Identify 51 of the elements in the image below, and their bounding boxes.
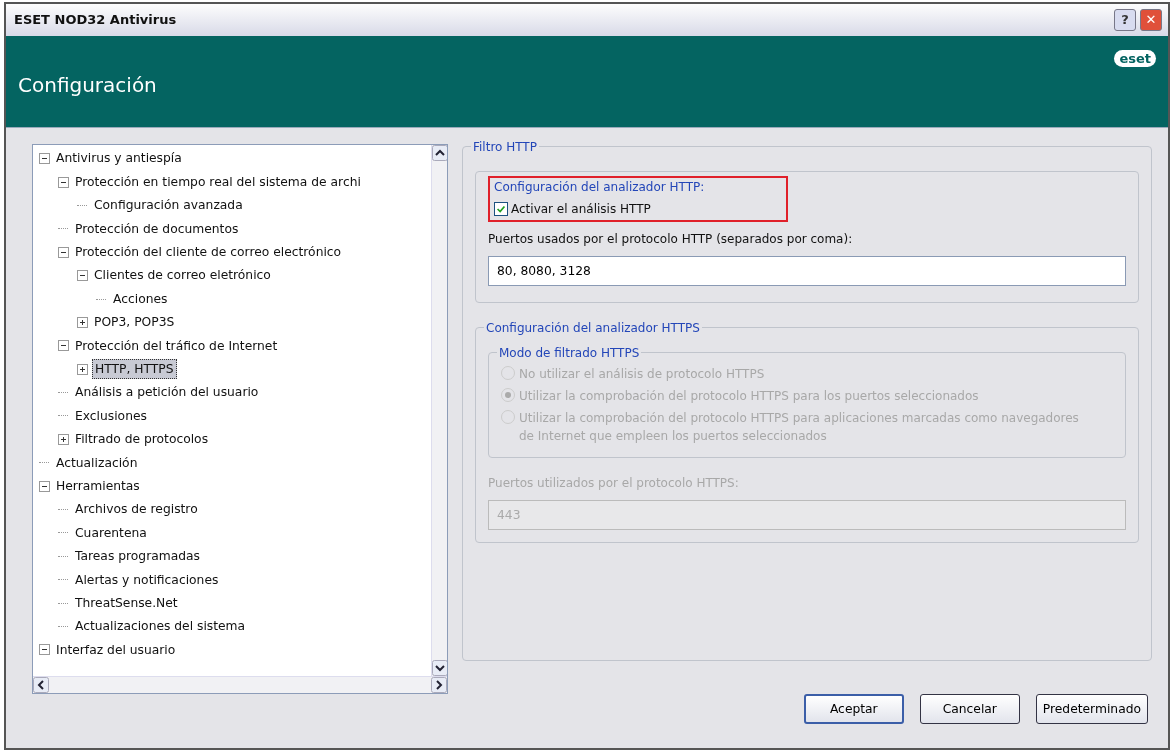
tree-item[interactable]: POP3, POP3S (92, 313, 177, 332)
field-label: Puertos usados por el protocolo HTTP (separados por coma): (488, 231, 854, 248)
tree-item[interactable]: Protección del cliente de correo electrónico (73, 243, 344, 262)
dialog-button[interactable]: Aceptar (803, 693, 904, 724)
dialog-button[interactable]: Predeterminado (1035, 693, 1148, 724)
dialog-button[interactable]: Cancelar (919, 693, 1020, 724)
tree-item[interactable]: Archivos de registro (73, 500, 200, 519)
field-label: Puertos utilizados por el protocolo HTTPS: (488, 475, 740, 492)
tree-item[interactable]: Tareas programadas (73, 547, 202, 566)
tree-item[interactable]: Análisis a petición del usuario (73, 383, 261, 402)
page-title: Configuración (18, 72, 157, 99)
collapse-icon[interactable] (39, 480, 50, 492)
collapse-icon[interactable] (58, 340, 69, 352)
tree-item[interactable]: Acciones (111, 289, 170, 309)
close-button[interactable]: ✕ (1140, 9, 1162, 31)
tree-item[interactable]: Alertas y notificaciones (73, 570, 221, 589)
tree-item[interactable]: Protección de documentos (73, 219, 241, 239)
tree-item[interactable]: Configuración avanzada (92, 196, 245, 215)
expand-icon[interactable] (58, 433, 69, 445)
group-title: Configuración del analizador HTTPS (484, 319, 702, 337)
collapse-icon[interactable] (58, 246, 69, 258)
brand-logo: eset (1114, 50, 1156, 67)
collapse-icon[interactable] (39, 153, 50, 165)
collapse-icon[interactable] (58, 176, 69, 188)
tree-item[interactable]: Filtrado de protocolos (73, 430, 211, 449)
checkbox[interactable] (494, 202, 508, 216)
scroll-up-icon[interactable] (432, 145, 447, 161)
tree-item[interactable]: Protección del tráfico de Internet (73, 336, 280, 356)
tree-item[interactable]: Protección en tiempo real del sistema de archi (73, 172, 363, 192)
scroll-right-icon[interactable] (431, 677, 447, 693)
scroll-down-icon[interactable] (432, 660, 447, 676)
tree-item[interactable]: Interfaz del usuario (54, 640, 178, 660)
tree-item[interactable]: HTTP, HTTPS (92, 359, 177, 380)
expand-icon[interactable] (77, 363, 88, 375)
checkbox-label[interactable]: Activar el análisis HTTP (511, 200, 651, 218)
expand-icon[interactable] (77, 316, 88, 328)
tree-item[interactable]: Antivirus y antiespía (54, 149, 184, 168)
group-title: Configuración del analizador HTTP: (494, 179, 706, 196)
help-button[interactable]: ? (1114, 9, 1136, 31)
collapse-icon[interactable] (77, 270, 88, 282)
tree-item[interactable]: Herramientas (54, 476, 142, 496)
tree-item[interactable]: Exclusiones (73, 406, 149, 426)
tree-item[interactable]: Cuarentena (73, 523, 149, 543)
window-title: ESET NOD32 Antivirus (14, 11, 178, 30)
collapse-icon[interactable] (39, 644, 50, 656)
ports-field[interactable]: 80, 8080, 3128 (488, 256, 1126, 286)
tree-item[interactable]: Actualización (54, 453, 140, 472)
tree-item[interactable]: Clientes de correo eletrónico (92, 266, 273, 285)
scroll-left-icon[interactable] (33, 677, 49, 693)
tree-item[interactable]: ThreatSense.Net (73, 593, 180, 613)
tree-item[interactable]: Actualizaciones del sistema (73, 617, 248, 636)
